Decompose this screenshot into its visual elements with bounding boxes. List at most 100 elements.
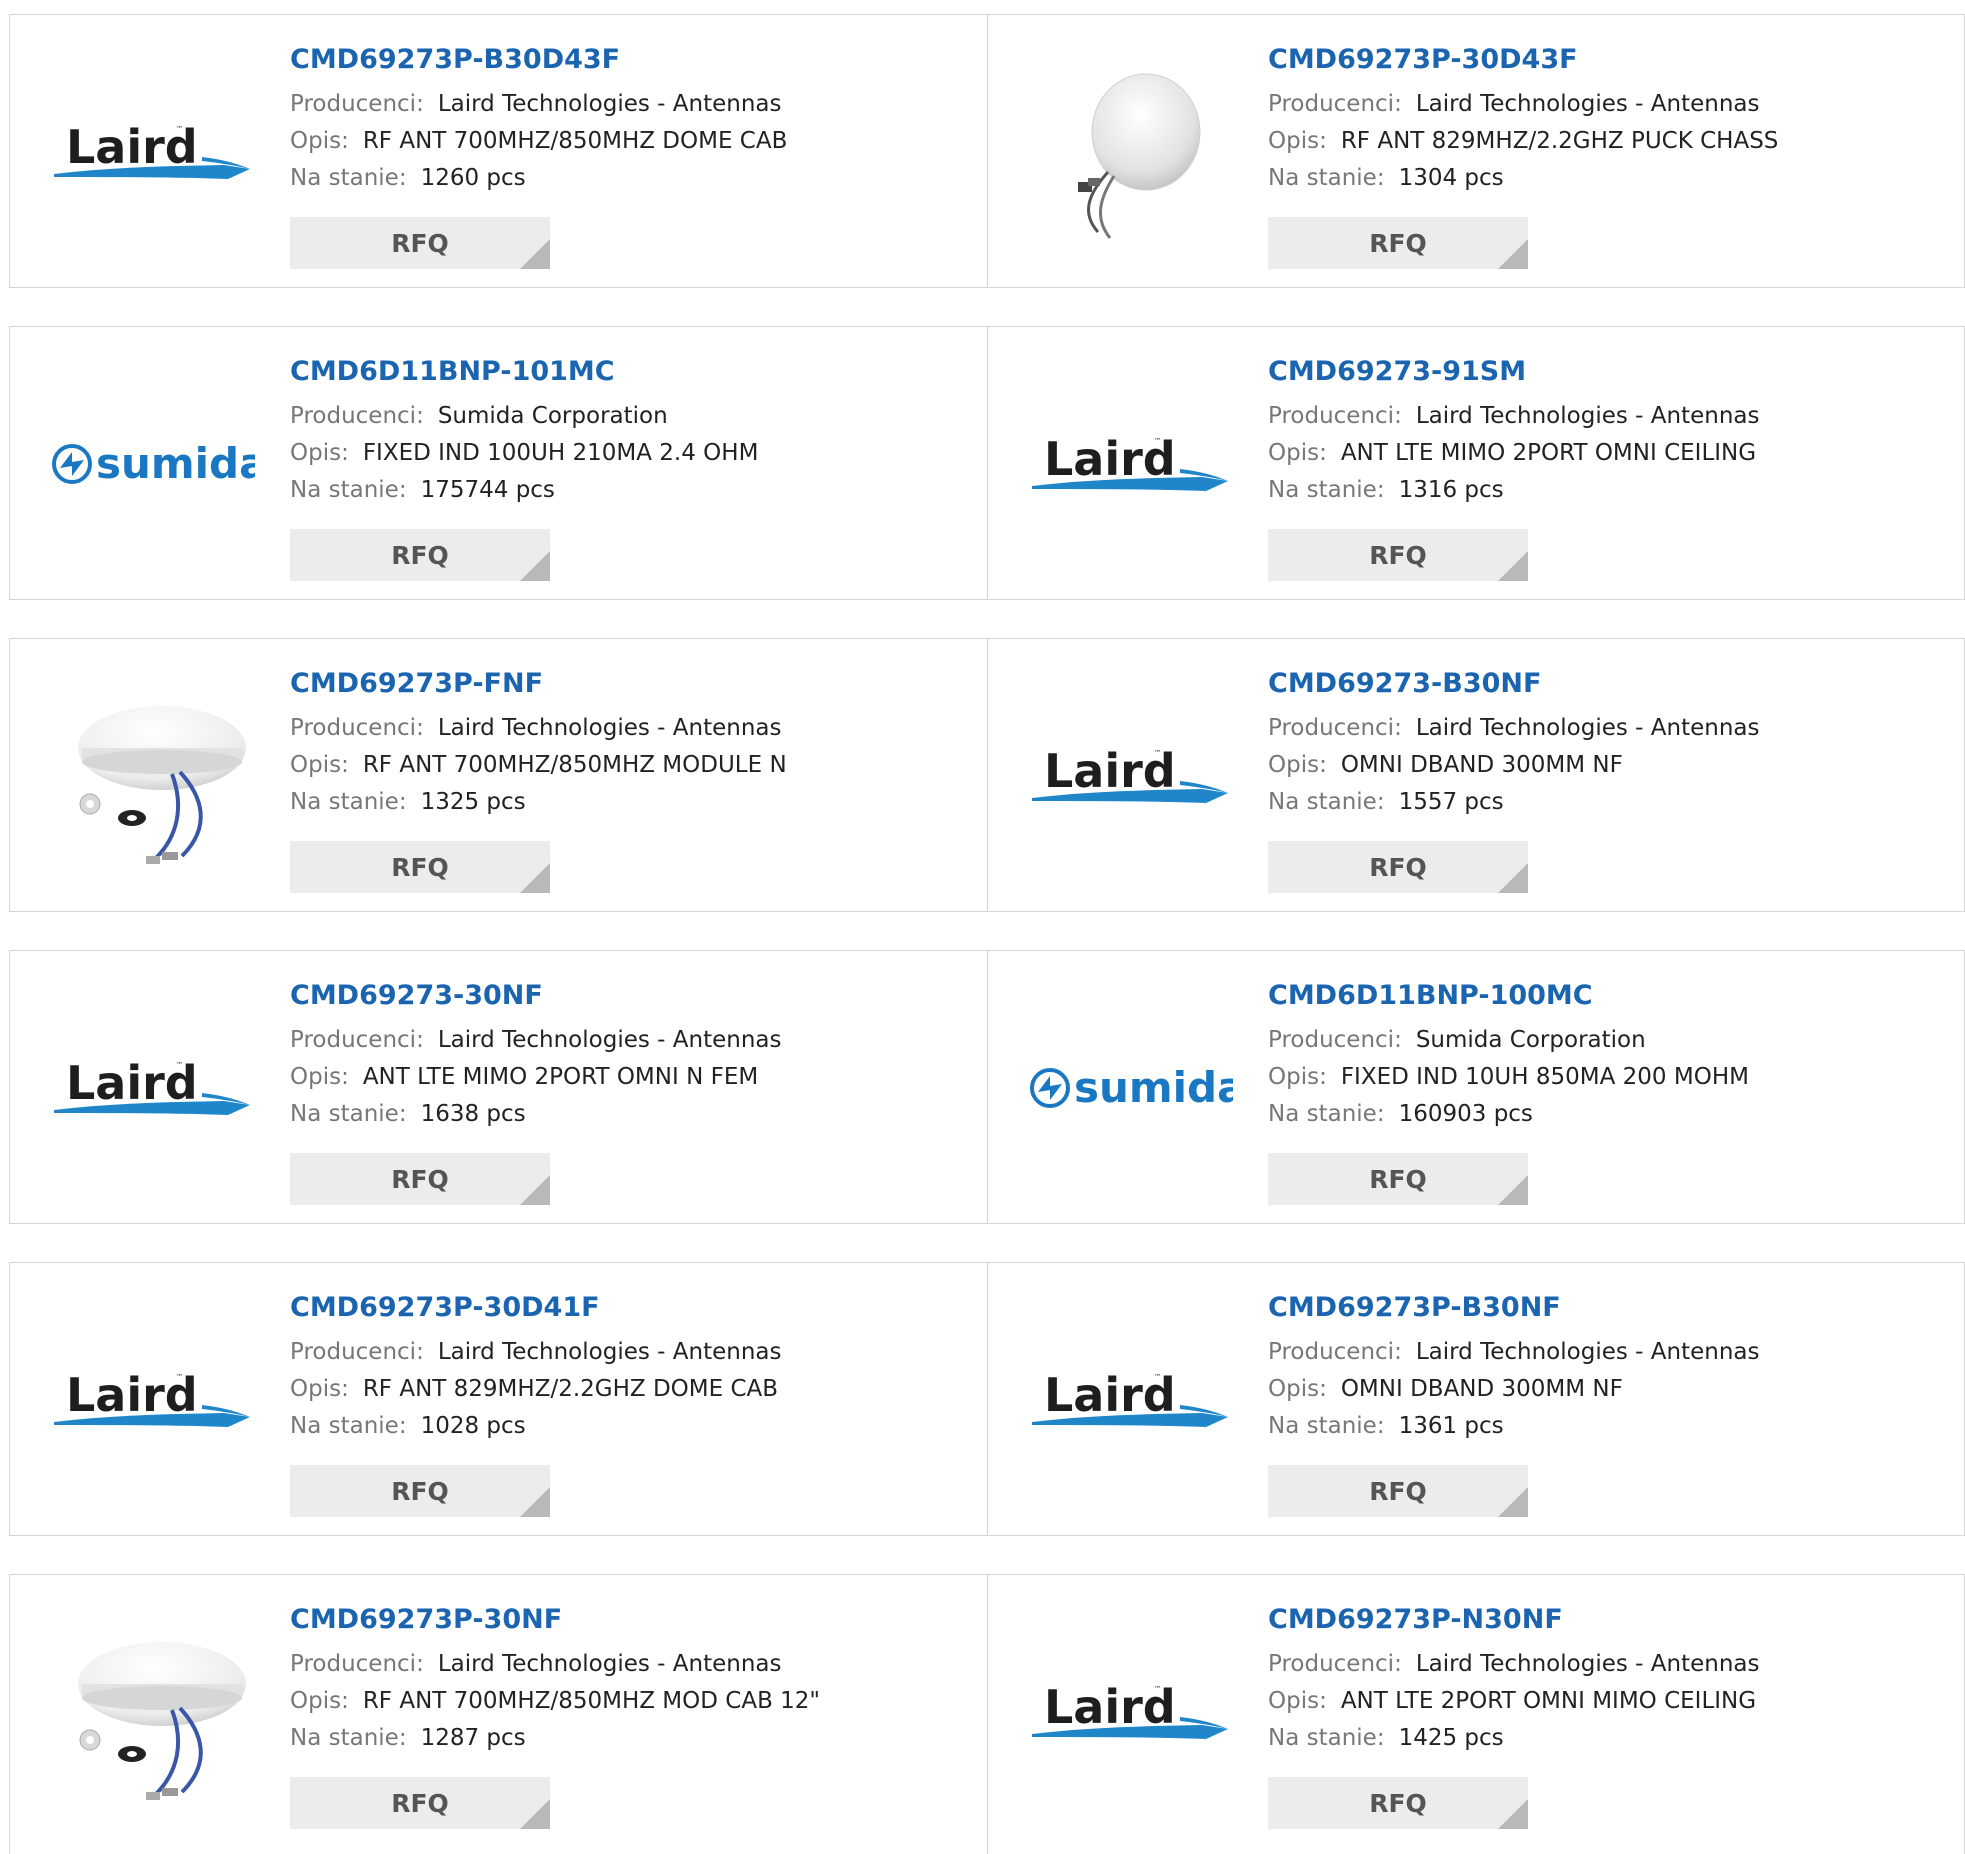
product-info: CMD69273P-B30NF Producenci: Laird Technol… — [1268, 1291, 1945, 1445]
stock-label: Na stanie: — [290, 1101, 407, 1127]
manufacturer-line: Producenci: Laird Technologies - Antennas — [290, 1646, 967, 1683]
manufacturer-line: Producenci: Laird Technologies - Antennas — [290, 710, 967, 747]
description-line: Opis: ANT LTE 2PORT OMNI MIMO CEILING — [1268, 1683, 1945, 1720]
laird-logo[interactable]: Laird ™ — [1026, 374, 1234, 554]
product-card: Laird ™ CMD69273P-N30NF Producenci: Laird… — [987, 1575, 1965, 1854]
description-label: Opis: — [1268, 1688, 1327, 1714]
description-value: OMNI DBAND 300MM NF — [1340, 752, 1623, 778]
stock-value: 160903 pcs — [1398, 1101, 1533, 1127]
stock-label: Na stanie: — [1268, 1413, 1385, 1439]
manufacturer-value: Laird Technologies - Antennas — [1415, 1339, 1760, 1365]
product-info: CMD69273P-30NF Producenci: Laird Technolo… — [290, 1603, 967, 1757]
manufacturer-label: Producenci: — [290, 715, 424, 741]
stock-label: Na stanie: — [290, 477, 407, 503]
part-number-link[interactable]: CMD69273P-B30NF — [1268, 1291, 1945, 1325]
manufacturer-value: Laird Technologies - Antennas — [1415, 1651, 1760, 1677]
description-label: Opis: — [1268, 128, 1327, 154]
stock-line: Na stanie: 1425 pcs — [1268, 1720, 1945, 1757]
manufacturer-value: Laird Technologies - Antennas — [437, 1651, 782, 1677]
stock-value: 1260 pcs — [420, 165, 526, 191]
rfq-label: RFQ — [1369, 540, 1427, 570]
product-image[interactable] — [48, 1622, 256, 1802]
description-line: Opis: RF ANT 829MHZ/2.2GHZ PUCK CHASS — [1268, 123, 1945, 160]
manufacturer-label: Producenci: — [290, 91, 424, 117]
rfq-label: RFQ — [1369, 852, 1427, 882]
rfq-button[interactable]: RFQ — [1268, 1777, 1528, 1829]
stock-value: 1287 pcs — [420, 1725, 526, 1751]
rfq-button[interactable]: RFQ — [290, 217, 550, 269]
laird-logo[interactable]: Laird ™ — [48, 998, 256, 1178]
rfq-button[interactable]: RFQ — [290, 841, 550, 893]
product-info: CMD69273P-N30NF Producenci: Laird Technol… — [1268, 1603, 1945, 1757]
rfq-label: RFQ — [1369, 228, 1427, 258]
description-line: Opis: RF ANT 829MHZ/2.2GHZ DOME CAB — [290, 1371, 967, 1408]
product-card: Laird ™ CMD69273-91SM Producenci: Laird T… — [987, 327, 1965, 599]
part-number-link[interactable]: CMD69273P-N30NF — [1268, 1603, 1945, 1637]
rfq-label: RFQ — [391, 1164, 449, 1194]
part-number-link[interactable]: CMD69273P-B30D43F — [290, 43, 967, 77]
rfq-button[interactable]: RFQ — [1268, 217, 1528, 269]
description-value: OMNI DBAND 300MM NF — [1340, 1376, 1623, 1402]
product-row: CMD69273P-30NF Producenci: Laird Technolo… — [9, 1574, 1965, 1854]
stock-line: Na stanie: 1316 pcs — [1268, 472, 1945, 509]
laird-logo[interactable]: Laird ™ — [1026, 1310, 1234, 1490]
description-label: Opis: — [1268, 752, 1327, 778]
description-line: Opis: ANT LTE MIMO 2PORT OMNI CEILING — [1268, 435, 1945, 472]
part-number-link[interactable]: CMD69273P-30D43F — [1268, 43, 1945, 77]
svg-text:™: ™ — [176, 1373, 183, 1381]
description-value: RF ANT 700MHZ/850MHZ DOME CAB — [362, 128, 788, 154]
description-label: Opis: — [290, 1064, 349, 1090]
stock-value: 1638 pcs — [420, 1101, 526, 1127]
corner-triangle-icon — [1498, 1175, 1528, 1205]
svg-text:™: ™ — [1154, 1373, 1161, 1381]
stock-value: 1316 pcs — [1398, 477, 1504, 503]
description-value: RF ANT 829MHZ/2.2GHZ PUCK CHASS — [1340, 128, 1779, 154]
stock-line: Na stanie: 1028 pcs — [290, 1408, 967, 1445]
description-line: Opis: RF ANT 700MHZ/850MHZ MODULE N — [290, 747, 967, 784]
manufacturer-label: Producenci: — [1268, 715, 1402, 741]
laird-logo[interactable]: Laird ™ — [48, 1310, 256, 1490]
manufacturer-value: Sumida Corporation — [437, 403, 668, 429]
description-value: ANT LTE MIMO 2PORT OMNI N FEM — [362, 1064, 759, 1090]
rfq-label: RFQ — [391, 1476, 449, 1506]
part-number-link[interactable]: CMD6D11BNP-101MC — [290, 355, 967, 389]
part-number-link[interactable]: CMD69273-30NF — [290, 979, 967, 1013]
manufacturer-line: Producenci: Laird Technologies - Antennas — [1268, 1646, 1945, 1683]
stock-label: Na stanie: — [1268, 165, 1385, 191]
part-number-link[interactable]: CMD69273P-30NF — [290, 1603, 967, 1637]
stock-line: Na stanie: 1325 pcs — [290, 784, 967, 821]
sumida-logo[interactable]: sumida — [1026, 998, 1234, 1178]
rfq-button[interactable]: RFQ — [1268, 529, 1528, 581]
part-number-link[interactable]: CMD69273-91SM — [1268, 355, 1945, 389]
description-value: ANT LTE MIMO 2PORT OMNI CEILING — [1340, 440, 1757, 466]
rfq-button[interactable]: RFQ — [290, 1465, 550, 1517]
stock-value: 1557 pcs — [1398, 789, 1504, 815]
rfq-button[interactable]: RFQ — [290, 529, 550, 581]
part-number-link[interactable]: CMD6D11BNP-100MC — [1268, 979, 1945, 1013]
stock-label: Na stanie: — [290, 1413, 407, 1439]
stock-value: 1304 pcs — [1398, 165, 1504, 191]
corner-triangle-icon — [1498, 1487, 1528, 1517]
product-image[interactable] — [48, 686, 256, 866]
description-line: Opis: OMNI DBAND 300MM NF — [1268, 1371, 1945, 1408]
sumida-logo[interactable]: sumida — [48, 374, 256, 554]
part-number-link[interactable]: CMD69273-B30NF — [1268, 667, 1945, 701]
manufacturer-line: Producenci: Sumida Corporation — [1268, 1022, 1945, 1059]
rfq-button[interactable]: RFQ — [1268, 1153, 1528, 1205]
rfq-button[interactable]: RFQ — [290, 1153, 550, 1205]
product-info: CMD69273-B30NF Producenci: Laird Technolo… — [1268, 667, 1945, 821]
rfq-button[interactable]: RFQ — [1268, 841, 1528, 893]
product-image[interactable] — [1026, 62, 1234, 242]
part-number-link[interactable]: CMD69273P-30D41F — [290, 1291, 967, 1325]
product-info: CMD69273P-30D41F Producenci: Laird Techno… — [290, 1291, 967, 1445]
laird-logo[interactable]: Laird ™ — [1026, 1622, 1234, 1802]
corner-triangle-icon — [1498, 239, 1528, 269]
corner-triangle-icon — [1498, 863, 1528, 893]
rfq-button[interactable]: RFQ — [290, 1777, 550, 1829]
laird-logo[interactable]: Laird ™ — [48, 62, 256, 242]
part-number-link[interactable]: CMD69273P-FNF — [290, 667, 967, 701]
rfq-label: RFQ — [1369, 1476, 1427, 1506]
manufacturer-value: Laird Technologies - Antennas — [437, 715, 782, 741]
laird-logo[interactable]: Laird ™ — [1026, 686, 1234, 866]
rfq-button[interactable]: RFQ — [1268, 1465, 1528, 1517]
